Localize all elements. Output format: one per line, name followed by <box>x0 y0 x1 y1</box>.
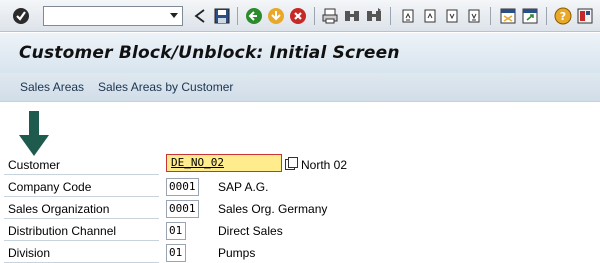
division-input[interactable]: 01 <box>166 244 186 262</box>
company-code-label: Company Code <box>4 177 159 197</box>
distribution-channel-input[interactable]: 01 <box>166 222 186 240</box>
print-icon[interactable] <box>320 6 340 26</box>
first-page-icon[interactable] <box>398 6 418 26</box>
application-toolbar: Sales Areas Sales Areas by Customer <box>0 73 600 102</box>
create-session-icon[interactable] <box>498 6 518 26</box>
back-icon[interactable] <box>244 6 264 26</box>
sales-organization-label: Sales Organization <box>4 199 159 219</box>
command-field[interactable] <box>43 6 183 26</box>
possible-entries-icon[interactable] <box>285 157 298 170</box>
shortcut-icon[interactable] <box>520 6 540 26</box>
company-code-description: SAP A.G. <box>218 180 269 194</box>
sales-organization-input[interactable]: 0001 <box>166 200 199 218</box>
enter-icon[interactable] <box>11 6 31 26</box>
sales-organization-description: Sales Org. Germany <box>218 202 328 216</box>
title-bar: Customer Block/Unblock: Initial Screen <box>0 33 600 73</box>
dropdown-arrow-icon[interactable] <box>165 6 183 26</box>
company-code-input[interactable]: 0001 <box>166 178 199 196</box>
svg-text:?: ? <box>560 10 566 23</box>
last-page-icon[interactable] <box>464 6 484 26</box>
find-icon[interactable] <box>342 6 362 26</box>
exit-icon[interactable] <box>266 6 286 26</box>
next-page-icon[interactable] <box>442 6 462 26</box>
collapse-icon[interactable] <box>190 6 210 26</box>
customer-input[interactable]: DE_NO_02 <box>166 154 282 172</box>
down-arrow-icon <box>19 111 49 156</box>
selection-form: Customer DE_NO_02 North 02 Company Code … <box>0 103 600 263</box>
sales-areas-button[interactable]: Sales Areas <box>20 80 84 94</box>
find-next-icon[interactable] <box>364 6 384 26</box>
division-description: Pumps <box>218 246 256 260</box>
help-icon[interactable]: ? <box>553 6 573 26</box>
system-toolbar: ? <box>0 0 600 32</box>
division-label: Division <box>4 243 159 263</box>
sales-areas-by-customer-button[interactable]: Sales Areas by Customer <box>98 80 233 94</box>
customer-label: Customer <box>4 155 159 175</box>
layout-menu-icon[interactable] <box>575 6 595 26</box>
previous-page-icon[interactable] <box>420 6 440 26</box>
cancel-icon[interactable] <box>288 6 308 26</box>
distribution-channel-label: Distribution Channel <box>4 221 159 241</box>
page-title: Customer Block/Unblock: Initial Screen <box>19 43 400 63</box>
customer-description: North 02 <box>301 158 348 172</box>
save-icon[interactable] <box>212 6 232 26</box>
distribution-channel-description: Direct Sales <box>218 224 283 238</box>
